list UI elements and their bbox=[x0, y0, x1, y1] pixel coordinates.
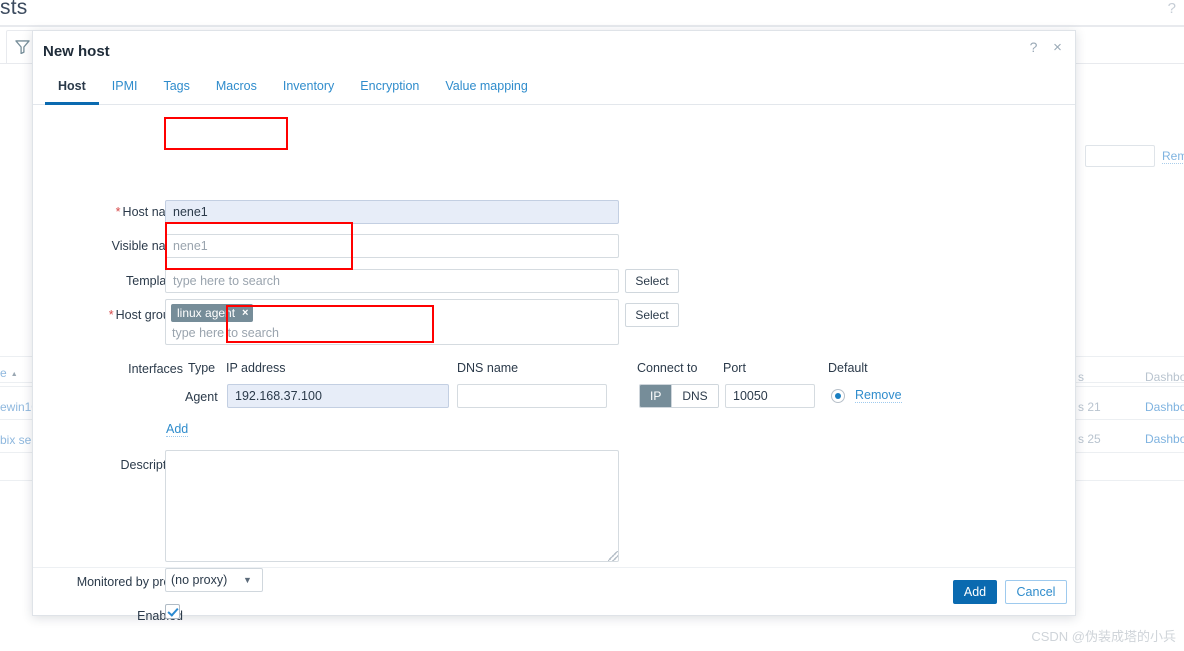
interface-add-link[interactable]: Add bbox=[166, 422, 189, 437]
tab-macros[interactable]: Macros bbox=[203, 75, 270, 105]
interfaces-header-type: Type bbox=[188, 361, 216, 375]
tab-ipmi[interactable]: IPMI bbox=[99, 75, 151, 105]
host-form: *Host name Visible name Templates Select… bbox=[33, 105, 1075, 623]
bg-left-fragment[interactable]: bix ser bbox=[0, 433, 35, 447]
connect-to-ip-option[interactable]: IP bbox=[640, 385, 673, 407]
dialog-tabbar: Host IPMI Tags Macros Inventory Encrypti… bbox=[33, 75, 1075, 105]
top-divider bbox=[0, 25, 1184, 27]
filter-icon[interactable] bbox=[15, 40, 30, 55]
dialog-title-actions: ? × bbox=[1026, 40, 1065, 56]
bg-remove-link[interactable]: Rem bbox=[1162, 149, 1184, 164]
new-host-dialog: New host ? × Host IPMI Tags Macros Inven… bbox=[32, 30, 1076, 623]
bg-right-fragment: s 25 bbox=[1078, 432, 1101, 446]
dialog-titlebar: New host ? × bbox=[33, 31, 1075, 75]
help-icon[interactable]: ? bbox=[1026, 40, 1041, 55]
templates-label: Templates bbox=[126, 274, 183, 288]
host-group-chip: linux agent × bbox=[171, 304, 254, 322]
interface-port-input[interactable] bbox=[725, 384, 815, 408]
page-title: sts bbox=[0, 0, 28, 19]
interface-remove-link[interactable]: Remove bbox=[855, 388, 902, 403]
tab-value-mapping[interactable]: Value mapping bbox=[432, 75, 540, 105]
tab-tags[interactable]: Tags bbox=[150, 75, 202, 105]
bg-right-fragment[interactable]: Dashbo bbox=[1145, 432, 1184, 446]
interfaces-header-ip: IP address bbox=[226, 361, 286, 375]
interfaces-header-dns: DNS name bbox=[457, 361, 519, 375]
templates-input[interactable] bbox=[165, 269, 619, 293]
connect-to-dns-option[interactable]: DNS bbox=[672, 385, 718, 407]
close-icon[interactable]: × bbox=[242, 307, 248, 319]
page-help-icon[interactable]: ? bbox=[1168, 0, 1176, 17]
required-marker: * bbox=[115, 205, 121, 219]
interfaces-header-port: Port bbox=[723, 361, 746, 375]
required-marker: * bbox=[108, 308, 114, 322]
host-name-label: * Host name bbox=[53, 205, 183, 219]
cancel-button[interactable]: Cancel bbox=[1005, 580, 1067, 604]
interface-connect-to-toggle: IP DNS bbox=[639, 384, 719, 408]
description-label: Description bbox=[120, 458, 183, 472]
tab-encryption[interactable]: Encryption bbox=[347, 75, 432, 105]
add-button[interactable]: Add bbox=[953, 580, 997, 604]
interface-dns-input[interactable] bbox=[457, 384, 607, 408]
tab-inventory[interactable]: Inventory bbox=[270, 75, 347, 105]
visible-name-input[interactable] bbox=[165, 234, 619, 258]
host-groups-select-button[interactable]: Select bbox=[625, 303, 679, 327]
close-icon[interactable]: × bbox=[1050, 40, 1065, 55]
bg-right-fragment: s bbox=[1078, 370, 1084, 384]
host-groups-multiselect[interactable]: linux agent × bbox=[165, 299, 619, 345]
host-name-input[interactable] bbox=[165, 200, 619, 224]
tab-list: Host IPMI Tags Macros Inventory Encrypti… bbox=[45, 75, 541, 105]
description-textarea[interactable] bbox=[165, 450, 619, 562]
host-groups-search-input[interactable] bbox=[171, 324, 596, 341]
interfaces-header-default: Default bbox=[828, 361, 868, 375]
host-groups-label: * Host groups bbox=[53, 308, 183, 322]
bg-left-fragment: e bbox=[0, 366, 18, 380]
templates-select-button[interactable]: Select bbox=[625, 269, 679, 293]
interface-type-agent: Agent bbox=[185, 390, 218, 404]
bg-right-input[interactable] bbox=[1085, 145, 1155, 167]
bg-right-fragment: s 21 bbox=[1078, 400, 1101, 414]
watermark: CSDN @伪装成塔的小兵 bbox=[1031, 629, 1176, 644]
dialog-title: New host bbox=[43, 43, 110, 60]
visible-name-label: Visible name bbox=[111, 239, 183, 253]
interfaces-label: Interfaces bbox=[128, 362, 183, 376]
bg-right-fragment: Dashbo bbox=[1145, 370, 1184, 384]
host-group-chip-label: linux agent bbox=[177, 306, 236, 320]
dialog-footer: Add Cancel bbox=[33, 567, 1075, 615]
interfaces-header-connect-to: Connect to bbox=[637, 361, 698, 375]
interface-ip-input[interactable] bbox=[227, 384, 449, 408]
tab-host[interactable]: Host bbox=[45, 75, 99, 105]
interface-default-radio[interactable] bbox=[831, 389, 845, 403]
bg-right-fragment[interactable]: Dashbo bbox=[1145, 400, 1184, 414]
